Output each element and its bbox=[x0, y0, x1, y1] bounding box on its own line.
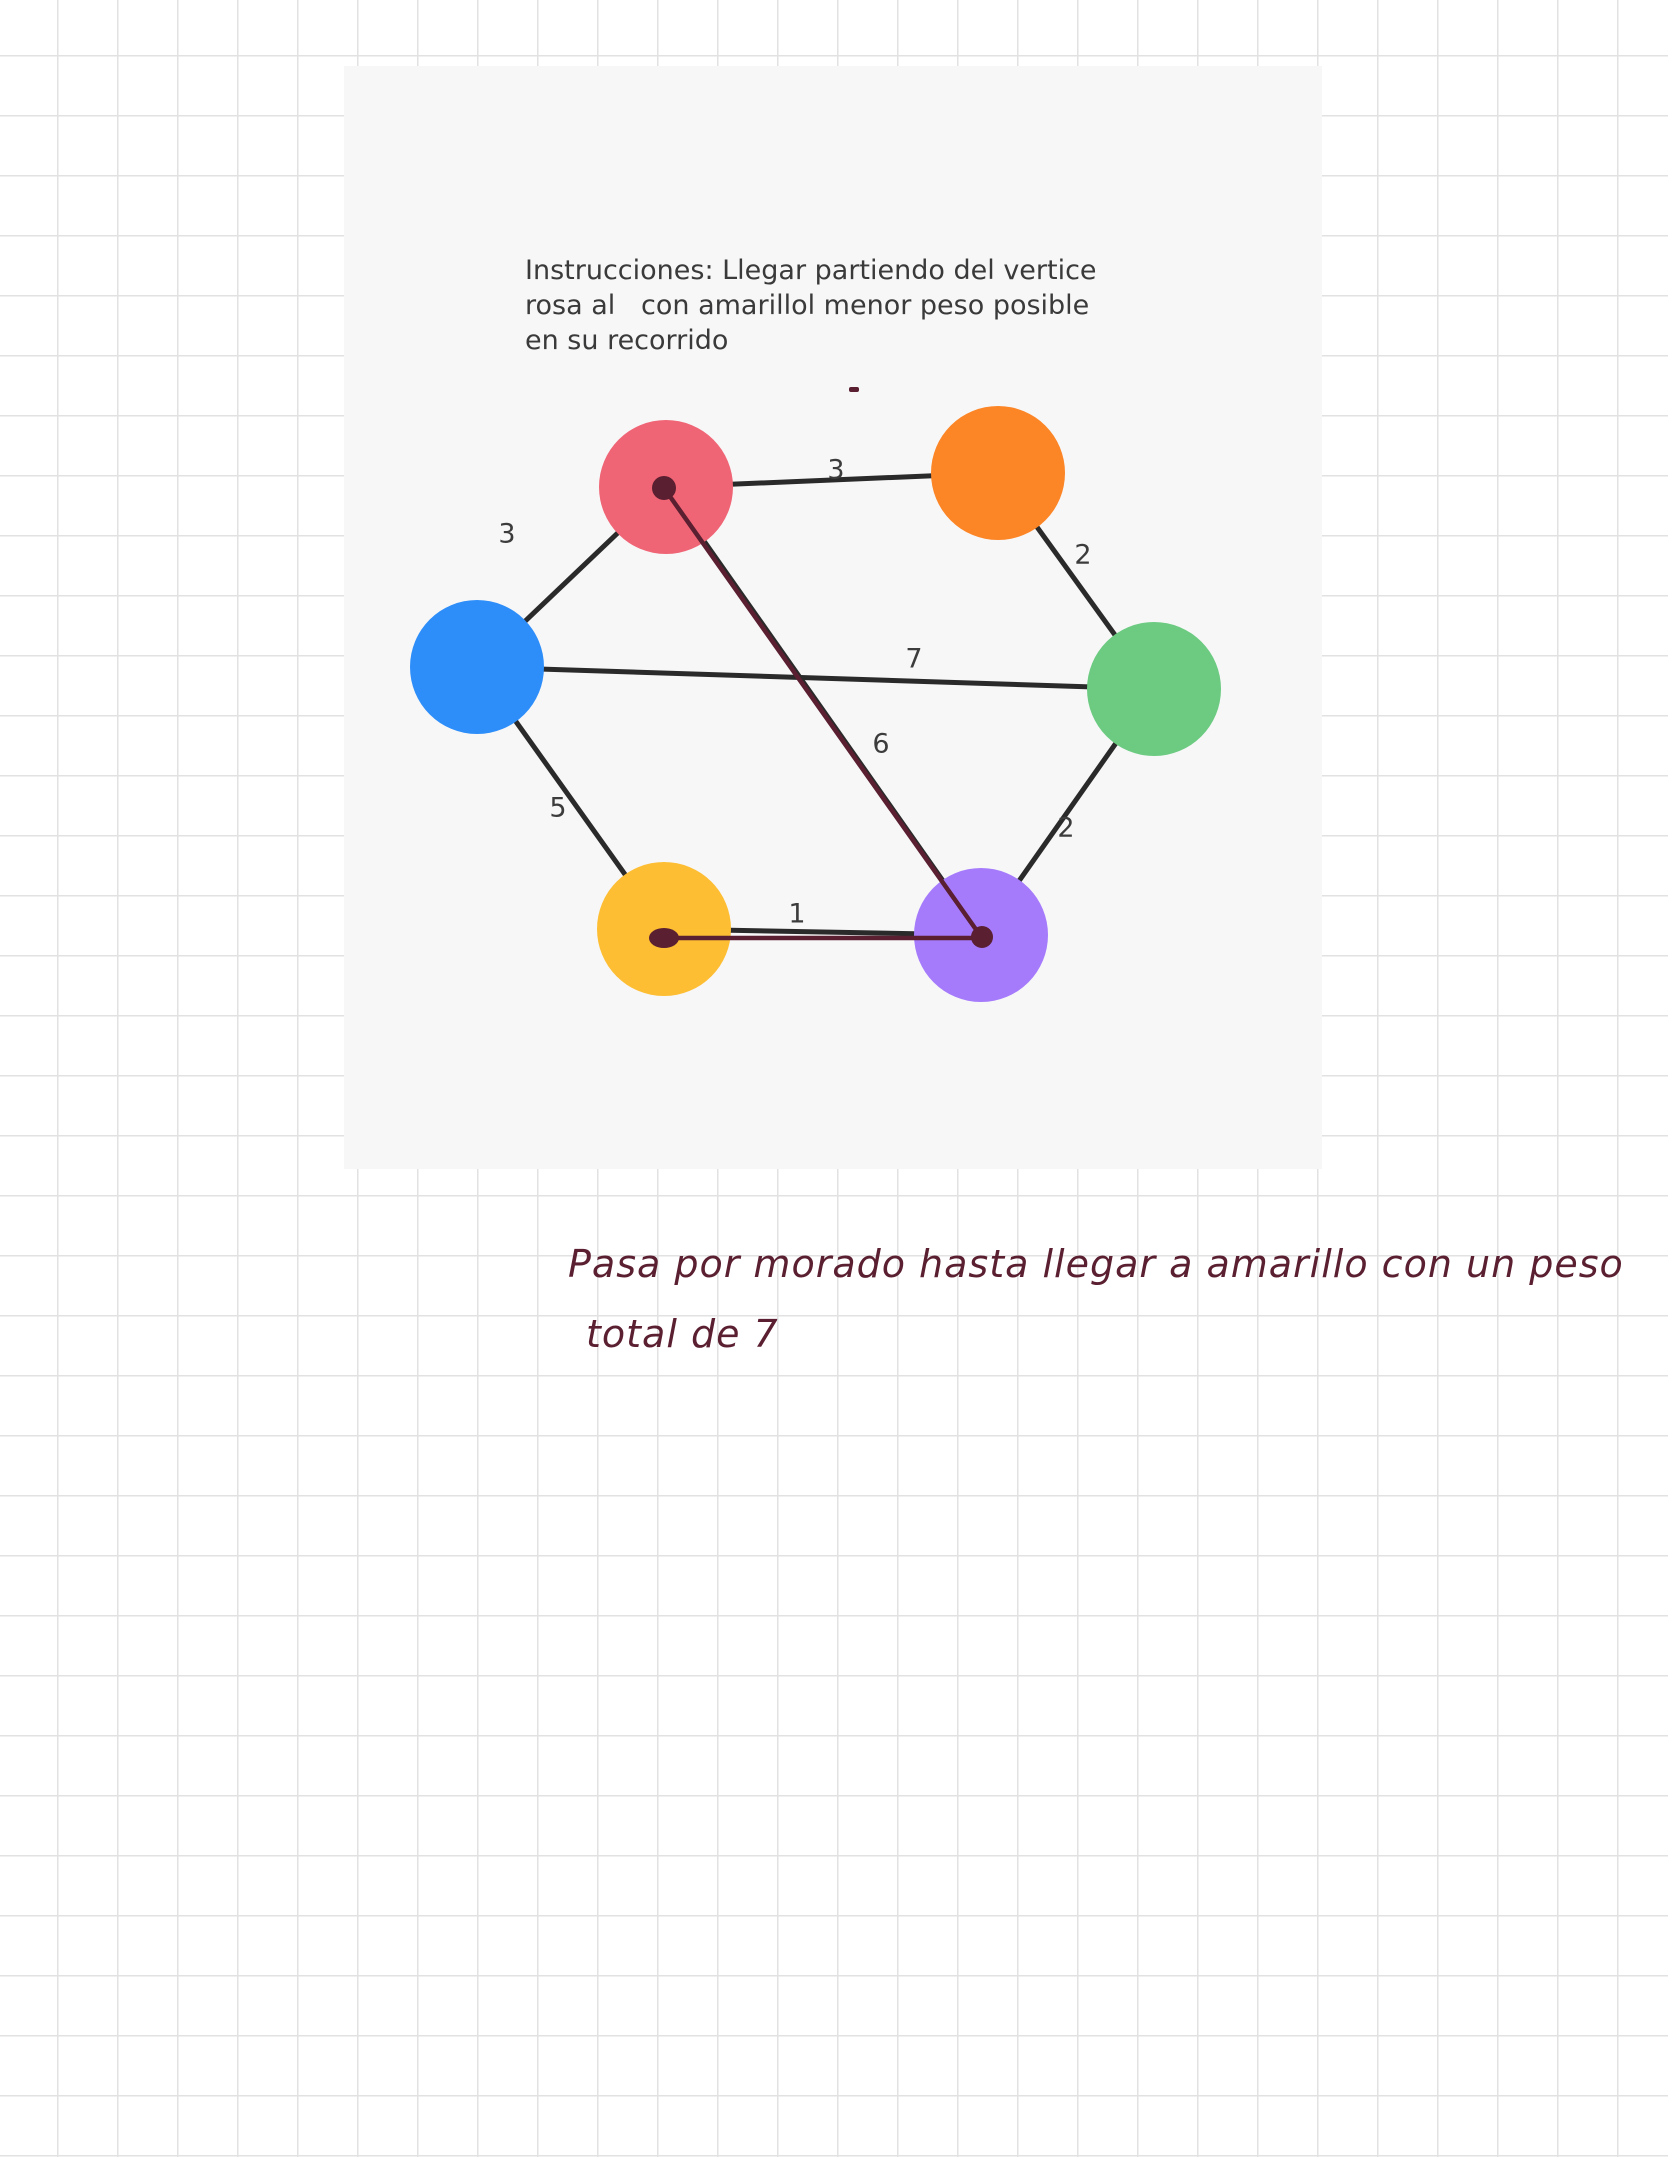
handdrawn-path-stroke-rosa-morado bbox=[661, 485, 985, 941]
edge-weight-label: 2 bbox=[1057, 813, 1074, 844]
edge-weight-label: 3 bbox=[498, 519, 515, 550]
edge-weight-label: 3 bbox=[827, 455, 844, 486]
graph-diagram: 3 3 2 7 6 5 2 1 bbox=[410, 387, 1221, 1002]
edge-azul-verde bbox=[476, 664, 1155, 692]
vertex-naranja bbox=[931, 406, 1065, 540]
edge-weight-label: 2 bbox=[1074, 540, 1091, 571]
vertex-azul bbox=[410, 600, 544, 734]
handdrawn-dot-rosa bbox=[652, 476, 676, 500]
edge-weight-label: 5 bbox=[549, 793, 566, 824]
handdrawn-dot-morado bbox=[971, 926, 993, 948]
edge-weight-label: 1 bbox=[788, 899, 805, 930]
stray-pen-mark bbox=[849, 387, 859, 392]
handdrawn-dot-amarillo bbox=[649, 928, 679, 948]
handwritten-note-line-2: total de 7 bbox=[586, 1312, 779, 1356]
edge-weight-label: 6 bbox=[872, 729, 889, 760]
handwritten-note-line-1: Pasa por morado hasta llegar a amarillo … bbox=[568, 1242, 1624, 1286]
vertex-verde bbox=[1087, 622, 1221, 756]
edge-weight-label: 7 bbox=[905, 644, 922, 675]
